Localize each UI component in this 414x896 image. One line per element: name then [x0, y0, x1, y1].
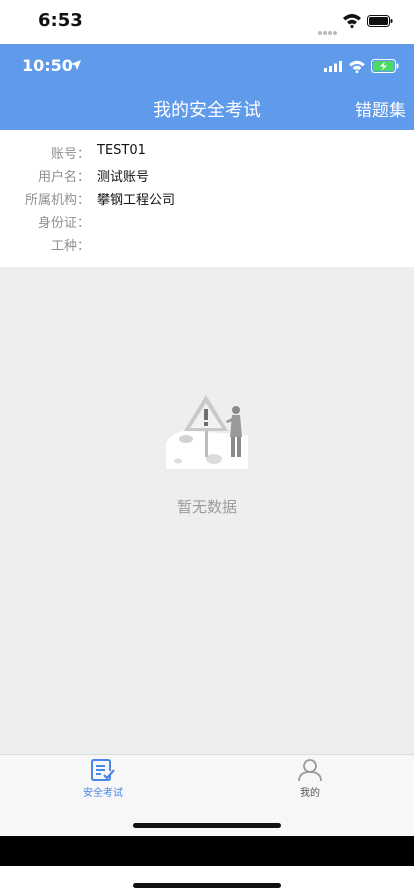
- signal-bars-icon: [324, 61, 342, 72]
- user-icon: [298, 759, 322, 782]
- info-row-account: 账号： TEST01: [0, 143, 414, 166]
- info-row-id-card: 身份证：: [0, 212, 414, 235]
- empty-state-text: 暂无数据: [176, 498, 237, 516]
- info-label: 所属机构：: [24, 193, 90, 208]
- exam-icon: [91, 759, 115, 781]
- info-row-username: 用户名： 测试账号: [0, 166, 414, 189]
- info-label: 工种：: [50, 239, 90, 254]
- info-label: 账号：: [50, 147, 90, 162]
- device-clock: 6:53: [38, 10, 83, 31]
- screen-edge-bar: [0, 836, 414, 866]
- user-info-section: 账号： TEST01 用户名： 测试账号 所属机构： 攀钢工程公司 身份证： 工…: [0, 130, 414, 267]
- charging-battery-icon: [371, 59, 399, 73]
- cellular-signal-icon: [318, 20, 340, 35]
- wrong-questions-button[interactable]: 错题集: [355, 96, 406, 121]
- info-label: 用户名：: [37, 170, 90, 185]
- page-title: 我的安全考试: [153, 100, 261, 121]
- info-value: 攀钢工程公司: [97, 193, 176, 208]
- info-label: 身份证：: [37, 216, 90, 231]
- tab-safety-exam[interactable]: 安全考试: [63, 758, 143, 802]
- tab-mine[interactable]: 我的: [270, 758, 350, 802]
- wifi-icon: [343, 14, 361, 28]
- home-indicator[interactable]: [133, 883, 281, 888]
- info-value: 测试账号: [97, 170, 150, 185]
- battery-icon: [367, 15, 393, 27]
- location-arrow-icon: [71, 60, 81, 70]
- info-value: TEST01: [97, 143, 146, 158]
- tab-label: 我的: [300, 788, 320, 799]
- empty-warning-illustration-icon: [166, 395, 248, 469]
- tab-label: 安全考试: [83, 788, 123, 799]
- wifi-icon: [349, 60, 365, 73]
- home-indicator[interactable]: [133, 823, 281, 828]
- app-clock: 10:50: [22, 56, 73, 75]
- info-row-job-type: 工种：: [0, 235, 414, 258]
- info-row-organization: 所属机构： 攀钢工程公司: [0, 189, 414, 212]
